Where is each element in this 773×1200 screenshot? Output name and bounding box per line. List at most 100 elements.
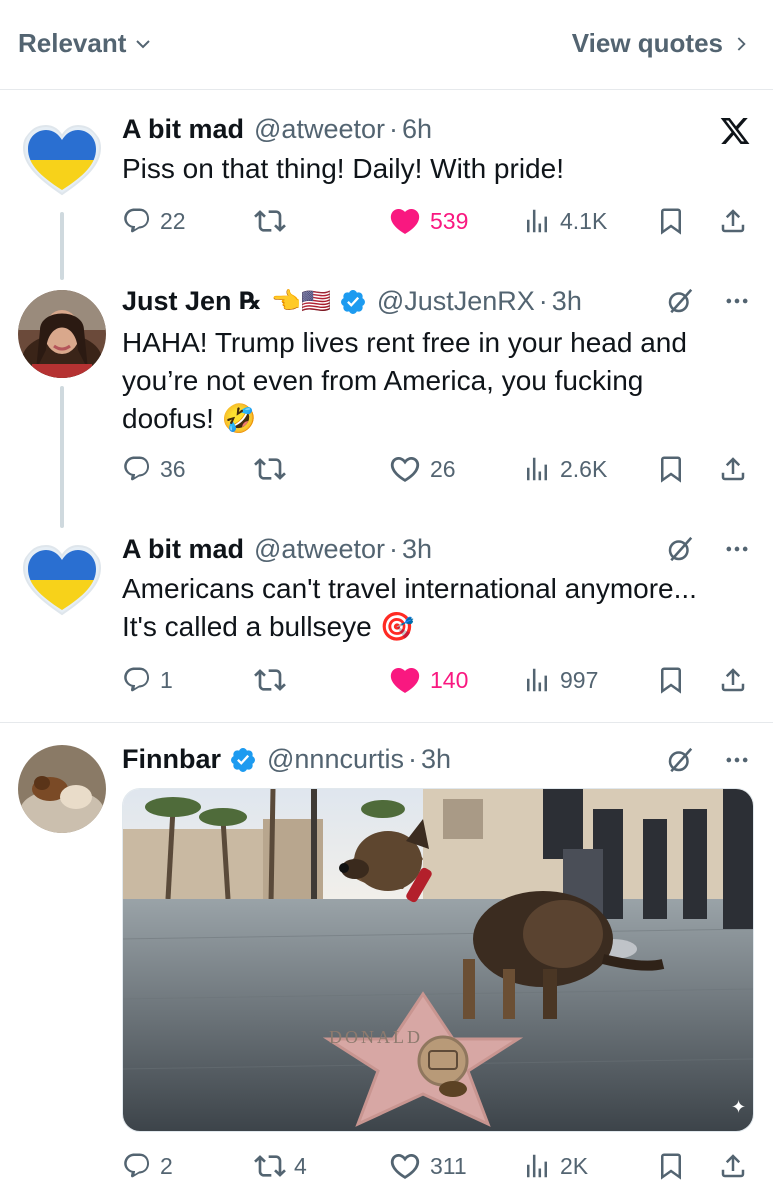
views-icon bbox=[522, 1151, 552, 1181]
separator-dot: · bbox=[388, 534, 398, 564]
views-button[interactable]: 997 bbox=[522, 660, 598, 700]
share-icon bbox=[718, 1151, 748, 1181]
ukraine-heart-avatar bbox=[18, 118, 106, 206]
share-icon bbox=[718, 454, 748, 484]
view-count: 4.1K bbox=[560, 207, 608, 234]
display-name[interactable]: Finnbar bbox=[122, 744, 221, 775]
reply-button[interactable]: 1 bbox=[122, 660, 173, 700]
name-emojis: 👈🇺🇸 bbox=[271, 288, 331, 315]
post-text: Americans can't travel international any… bbox=[122, 570, 762, 646]
action-bar: 1 140 997 bbox=[122, 660, 752, 700]
share-button[interactable] bbox=[718, 449, 748, 489]
repost-count: 4 bbox=[294, 1152, 307, 1179]
verified-badge-icon[interactable] bbox=[339, 288, 367, 316]
action-bar: 36 26 2.6K bbox=[122, 449, 752, 489]
views-icon bbox=[522, 454, 552, 484]
post-time[interactable]: 3h bbox=[402, 534, 432, 565]
verified-badge-icon[interactable] bbox=[229, 746, 257, 774]
view-count: 2K bbox=[560, 1152, 589, 1179]
like-count: 311 bbox=[430, 1152, 467, 1179]
view-count: 2.6K bbox=[560, 455, 608, 482]
separator-dot: · bbox=[538, 286, 548, 316]
repost-icon bbox=[254, 1150, 286, 1182]
views-button[interactable]: 2K bbox=[522, 1146, 588, 1186]
avatar[interactable] bbox=[18, 745, 106, 833]
reply-count: 22 bbox=[160, 207, 186, 234]
ukraine-heart-avatar bbox=[18, 538, 106, 626]
avatar[interactable] bbox=[18, 538, 106, 626]
action-bar: 22 539 4.1K bbox=[122, 201, 752, 241]
repost-icon bbox=[254, 453, 286, 485]
repost-button[interactable] bbox=[254, 201, 286, 241]
reply-button[interactable]: 22 bbox=[122, 201, 186, 241]
post-time[interactable]: 6h bbox=[402, 114, 432, 145]
views-icon bbox=[522, 206, 552, 236]
grok-icon[interactable] bbox=[665, 534, 695, 564]
display-name[interactable]: A bit mad bbox=[122, 114, 244, 145]
share-button[interactable] bbox=[718, 660, 748, 700]
post-header: Finnbar @nnncurtis · 3h bbox=[122, 744, 451, 775]
bookmark-button[interactable] bbox=[656, 660, 686, 700]
avatar[interactable] bbox=[18, 118, 106, 206]
heart-icon bbox=[388, 1149, 422, 1183]
like-button[interactable]: 140 bbox=[388, 660, 468, 700]
like-button[interactable]: 539 bbox=[388, 201, 468, 241]
post-controls bbox=[665, 534, 751, 564]
user-handle[interactable]: @atweetor bbox=[254, 114, 385, 145]
repost-button[interactable] bbox=[254, 660, 286, 700]
separator-dot: · bbox=[388, 114, 398, 144]
grok-icon[interactable] bbox=[665, 745, 695, 775]
reply-icon bbox=[122, 206, 152, 236]
views-button[interactable]: 2.6K bbox=[522, 449, 607, 489]
more-icon[interactable] bbox=[723, 535, 751, 563]
more-icon[interactable] bbox=[723, 287, 751, 315]
repost-button[interactable] bbox=[254, 449, 286, 489]
separator-dot: · bbox=[407, 744, 417, 774]
display-name[interactable]: Just Jen bbox=[122, 286, 232, 317]
avatar[interactable] bbox=[18, 290, 106, 378]
reply-count: 1 bbox=[160, 666, 173, 693]
post-controls bbox=[665, 745, 751, 775]
like-count: 140 bbox=[430, 666, 469, 693]
reply-icon bbox=[122, 665, 152, 695]
action-bar: 2 4 311 2K bbox=[122, 1146, 752, 1186]
like-count: 539 bbox=[430, 207, 469, 234]
share-button[interactable] bbox=[718, 201, 748, 241]
more-icon[interactable] bbox=[723, 746, 751, 774]
post-header: A bit mad @atweetor · 6h bbox=[122, 114, 432, 145]
dog-on-walk-of-fame-photo: DONALD ✦ bbox=[123, 789, 753, 1131]
post-controls bbox=[665, 286, 751, 316]
post-media-image[interactable]: DONALD ✦ bbox=[122, 788, 754, 1132]
post-time[interactable]: 3h bbox=[421, 744, 451, 775]
post[interactable]: Just Jen ℞ 👈🇺🇸 @JustJenRX · 3h HAHA! Tru… bbox=[0, 270, 773, 510]
x-logo-icon[interactable] bbox=[719, 115, 751, 147]
post-text-line: It's called a bullseye 🎯 bbox=[122, 611, 415, 642]
heart-icon bbox=[388, 663, 422, 697]
post[interactable]: A bit mad @atweetor · 3h Americans can't… bbox=[0, 520, 773, 720]
post-text-line: Americans can't travel international any… bbox=[122, 573, 697, 604]
bookmark-icon bbox=[656, 454, 686, 484]
bookmark-button[interactable] bbox=[656, 1146, 686, 1186]
user-handle[interactable]: @atweetor bbox=[254, 534, 385, 565]
post-time[interactable]: 3h bbox=[552, 286, 582, 317]
share-icon bbox=[718, 206, 748, 236]
views-button[interactable]: 4.1K bbox=[522, 201, 607, 241]
user-handle[interactable]: @nnncurtis bbox=[267, 744, 404, 775]
reply-count: 2 bbox=[160, 1152, 173, 1179]
reply-icon bbox=[122, 454, 152, 484]
user-handle[interactable]: @JustJenRX bbox=[377, 286, 535, 317]
like-button[interactable]: 311 bbox=[388, 1146, 467, 1186]
reply-button[interactable]: 36 bbox=[122, 449, 186, 489]
like-button[interactable]: 26 bbox=[388, 449, 456, 489]
bookmark-button[interactable] bbox=[656, 449, 686, 489]
heart-icon bbox=[388, 204, 422, 238]
bookmark-button[interactable] bbox=[656, 201, 686, 241]
svg-text:✦: ✦ bbox=[731, 1097, 746, 1118]
grok-icon[interactable] bbox=[665, 286, 695, 316]
share-button[interactable] bbox=[718, 1146, 748, 1186]
reply-button[interactable]: 2 bbox=[122, 1146, 173, 1186]
repost-icon bbox=[254, 664, 286, 696]
repost-button[interactable]: 4 bbox=[254, 1146, 307, 1186]
post[interactable]: A bit mad @atweetor · 6h Piss on that th… bbox=[0, 0, 773, 270]
display-name[interactable]: A bit mad bbox=[122, 534, 244, 565]
